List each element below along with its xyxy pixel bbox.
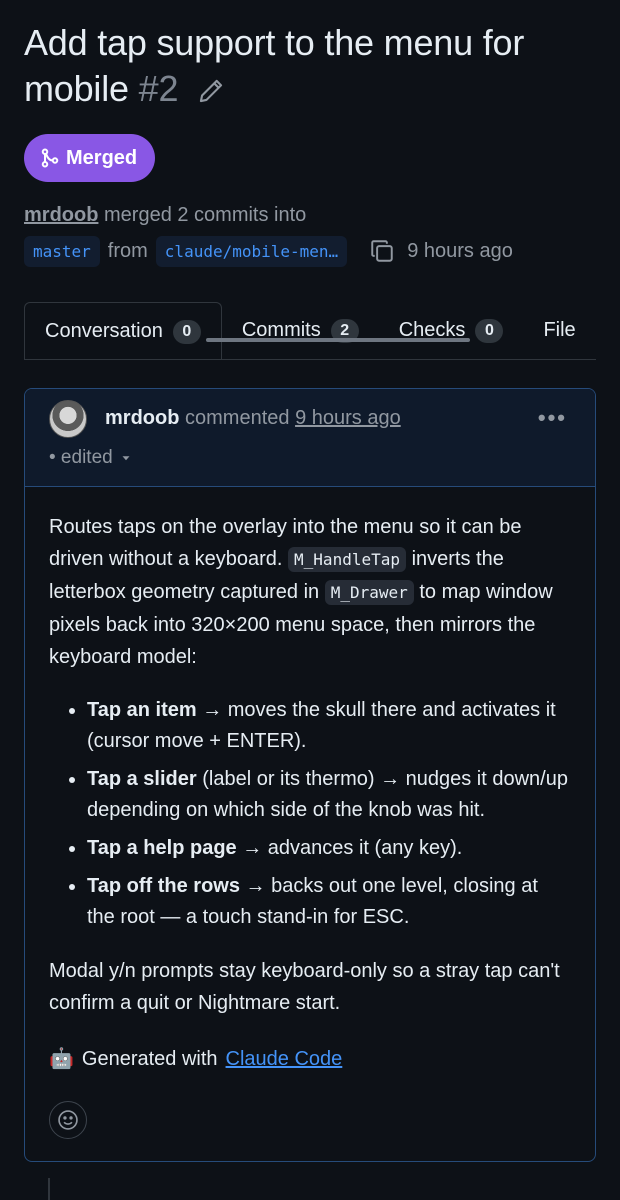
list-item: Tap a slider (label or its thermo) → nud… (87, 764, 571, 826)
pencil-icon[interactable] (198, 78, 224, 104)
claude-code-link[interactable]: Claude Code (226, 1043, 343, 1075)
author-link[interactable]: mrdoob (24, 204, 98, 226)
page-title: Add tap support to the menu for mobile #… (24, 0, 596, 112)
pull-request-page: Add tap support to the menu for mobile #… (0, 0, 620, 1200)
robot-icon: 🤖 (49, 1048, 74, 1070)
base-branch[interactable]: master (24, 235, 100, 267)
timeline-line (48, 1178, 50, 1200)
git-merge-icon (41, 148, 59, 168)
comment-header: mrdoob commented 9 hours ago ••• • edite… (25, 389, 595, 487)
comment-card: mrdoob commented 9 hours ago ••• • edite… (24, 388, 596, 1162)
list-item: Tap an item → moves the skull there and … (87, 695, 571, 757)
list-item-bold: Tap an item (87, 699, 197, 721)
tab-conversation[interactable]: Conversation 0 (24, 302, 222, 359)
merge-time: 9 hours ago (407, 239, 513, 262)
list-item: Tap off the rows → backs out one level, … (87, 871, 571, 933)
merged-label: Merged (66, 146, 138, 169)
tab-files[interactable]: File (523, 302, 595, 359)
list-item: Tap a help page → advances it (any key). (87, 833, 571, 864)
merge-text: merged 2 commits into (104, 204, 307, 226)
edited-label: • edited (49, 447, 113, 468)
comment-body: Routes taps on the overlay into the menu… (25, 487, 595, 1139)
tab-label: File (543, 319, 576, 341)
tab-commits[interactable]: Commits 2 (222, 302, 379, 359)
pr-tabs: Conversation 0 Commits 2 Checks 0 File (24, 302, 596, 360)
comment-author[interactable]: mrdoob (105, 407, 179, 429)
list-item-bold: Tap off the rows (87, 875, 240, 897)
tabs-scrollbar[interactable] (206, 338, 470, 342)
smiley-icon (58, 1110, 78, 1130)
list-item-bold: Tap a slider (87, 768, 197, 790)
tab-checks[interactable]: Checks 0 (379, 302, 524, 359)
list-item-text: → advances it (any key). (242, 837, 463, 859)
merge-summary: mrdoob merged 2 commits into (24, 200, 596, 230)
tap-behavior-list: Tap an item → moves the skull there and … (49, 695, 571, 933)
tab-counter: 0 (475, 318, 504, 343)
kebab-horizontal-icon[interactable]: ••• (538, 405, 567, 431)
comment-meta: mrdoob commented 9 hours ago (105, 407, 401, 430)
tab-label: Conversation (45, 320, 163, 342)
intro-paragraph: Routes taps on the overlay into the menu… (49, 511, 571, 673)
generated-text: Generated with (81, 1048, 218, 1070)
comment-time[interactable]: 9 hours ago (295, 407, 401, 429)
triangle-down-icon (122, 456, 130, 461)
closing-paragraph: Modal y/n prompts stay keyboard-only so … (49, 960, 560, 1014)
tab-counter: 0 (172, 319, 201, 344)
list-item-bold: Tap a help page (87, 837, 237, 859)
copy-icon[interactable] (369, 238, 395, 264)
add-reaction-button[interactable] (49, 1101, 87, 1139)
pr-number: #2 (138, 68, 179, 109)
branch-row: master from claude/mobile-men… 9 hours a… (24, 234, 596, 268)
inline-code: M_HandleTap (288, 547, 406, 572)
edited-dropdown[interactable]: • edited (49, 447, 133, 469)
head-branch[interactable]: claude/mobile-men… (155, 235, 348, 267)
from-text: from (107, 239, 148, 262)
pr-title: Add tap support to the menu for mobile (24, 22, 525, 109)
merged-badge: Merged (24, 134, 156, 182)
inline-code: M_Drawer (324, 580, 414, 605)
avatar[interactable] (49, 400, 87, 438)
generated-line: 🤖 Generated with Claude Code (49, 1043, 571, 1075)
comment-action: commented (185, 407, 290, 429)
